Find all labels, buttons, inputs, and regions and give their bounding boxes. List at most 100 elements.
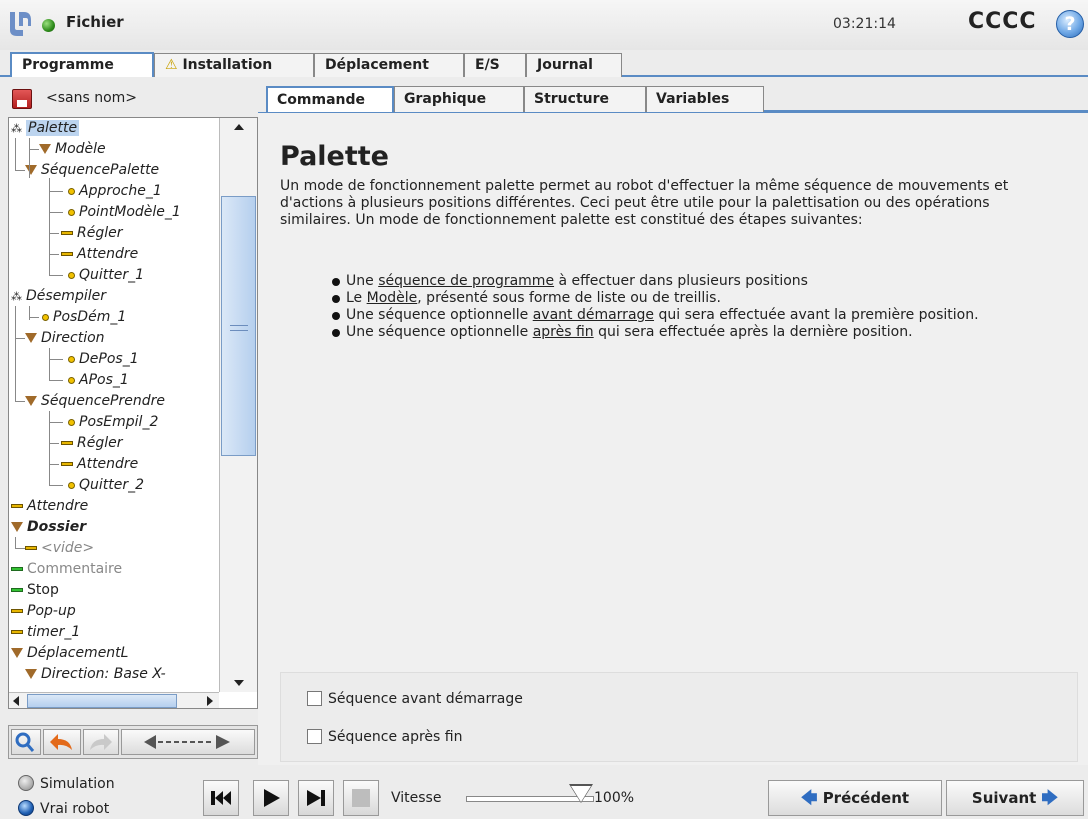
tree-connector xyxy=(15,170,25,171)
tree-node[interactable]: Modèle xyxy=(39,139,106,160)
tree-node[interactable]: Stop xyxy=(11,580,59,601)
tree-node[interactable]: Attendre xyxy=(11,496,88,517)
tree-node[interactable]: Commentaire xyxy=(11,559,122,580)
previous-label: Précédent xyxy=(822,789,910,807)
scroll-left-icon[interactable] xyxy=(13,696,19,706)
tree-node[interactable]: Dossier xyxy=(11,517,86,538)
undo-button[interactable] xyxy=(43,729,81,755)
skip-back-button[interactable] xyxy=(203,780,239,816)
tree-node[interactable]: DePos_1 xyxy=(65,349,139,370)
help-link[interactable]: après fin xyxy=(533,324,594,340)
tree-node[interactable]: <vide> xyxy=(25,538,94,559)
program-tree-panel: <sans nom> ⁂ Palette Modèle SéquencePalette… xyxy=(0,79,258,765)
play-button[interactable] xyxy=(253,780,289,816)
palette-icon: ⁂ xyxy=(11,289,22,303)
scroll-right-icon[interactable] xyxy=(207,696,213,706)
tree-node-label: PointModèle_1 xyxy=(79,204,181,220)
tree-node[interactable]: ⁂ Désempiler xyxy=(11,286,106,307)
tree-node[interactable]: PosEmpil_2 xyxy=(65,412,158,433)
tree-node[interactable]: timer_1 xyxy=(11,622,80,643)
speed-label: Vitesse xyxy=(391,790,442,806)
tab-deplacement[interactable]: Déplacement xyxy=(314,53,464,77)
list-item-text: qui sera effectuée après la dernière pos… xyxy=(593,324,913,340)
tree-connector xyxy=(29,317,39,318)
after-end-checkbox[interactable] xyxy=(307,729,322,744)
search-icon xyxy=(15,732,35,752)
tab-es[interactable]: E/S xyxy=(464,53,526,77)
stop-button[interactable] xyxy=(343,780,379,816)
real-robot-option[interactable]: Vrai robot xyxy=(18,800,109,817)
tree-node[interactable]: Approche_1 xyxy=(65,181,162,202)
scroll-thumb[interactable] xyxy=(27,694,177,708)
tree-connector xyxy=(15,306,16,402)
tree-node[interactable]: Attendre xyxy=(61,454,138,475)
tree-node-label: SéquencePrendre xyxy=(41,393,165,409)
file-menu[interactable]: Fichier xyxy=(66,13,124,31)
before-start-option[interactable]: Séquence avant démarrage xyxy=(307,691,523,707)
tree-node[interactable]: SéquencePrendre xyxy=(25,391,165,412)
tree-node[interactable]: Régler xyxy=(61,223,123,244)
tree-node[interactable]: SéquencePalette xyxy=(25,160,159,181)
program-tree: ⁂ Palette Modèle SéquencePalette Approche_1 P… xyxy=(8,117,258,709)
tree-node-label: Attendre xyxy=(27,498,89,514)
tab-structure[interactable]: Structure xyxy=(524,86,646,112)
waypoint-dot-icon xyxy=(68,376,75,384)
tree-node[interactable]: Quitter_2 xyxy=(65,475,144,496)
tree-node[interactable]: APos_1 xyxy=(65,370,129,391)
tree-node[interactable]: Direction xyxy=(25,328,105,349)
tab-graphique[interactable]: Graphique xyxy=(394,86,524,112)
save-icon[interactable] xyxy=(12,89,32,109)
step-icon xyxy=(307,790,325,806)
tab-journal[interactable]: Journal xyxy=(526,53,622,77)
tab-commande[interactable]: Commande xyxy=(266,86,394,112)
command-panel: Palette Un mode de fonctionnement palett… xyxy=(258,112,1088,765)
tree-connector xyxy=(49,443,59,444)
help-link[interactable]: avant démarrage xyxy=(533,307,654,323)
clock: 03:21:14 xyxy=(833,16,896,32)
tree-node[interactable]: Attendre xyxy=(61,244,138,265)
tree-node[interactable]: Pop-up xyxy=(11,601,76,622)
tree-node[interactable]: Quitter_1 xyxy=(65,265,144,286)
tab-label: Variables xyxy=(656,91,730,107)
tree-connector xyxy=(49,275,63,276)
search-button[interactable] xyxy=(11,729,41,755)
step-button[interactable] xyxy=(298,780,334,816)
redo-button[interactable] xyxy=(83,729,119,755)
tree-node[interactable]: DéplacementL xyxy=(11,643,128,664)
help-link[interactable]: séquence de programme xyxy=(378,273,554,289)
simulation-option[interactable]: Simulation xyxy=(18,775,115,792)
list-item-text: Une xyxy=(346,273,379,289)
option-label: Vrai robot xyxy=(40,801,110,817)
move-node-button[interactable] xyxy=(121,729,255,755)
previous-button[interactable]: 🡄 Précédent xyxy=(768,780,942,816)
tree-node[interactable]: PosDém_1 xyxy=(39,307,126,328)
folder-triangle-icon xyxy=(25,396,37,406)
tree-node[interactable]: ⁂ Palette xyxy=(11,118,80,139)
tree-vertical-scrollbar[interactable] xyxy=(219,118,257,692)
tree-node[interactable]: Régler xyxy=(61,433,123,454)
speed-value: 100% xyxy=(594,790,635,806)
tab-programme[interactable]: Programme xyxy=(10,52,154,77)
footer-bar: Simulation Vrai robot Vitesse 100% 🡄 Pré… xyxy=(0,765,1088,819)
real-robot-radio[interactable] xyxy=(18,800,34,816)
scroll-down-icon[interactable] xyxy=(234,680,244,686)
tab-label: Journal xyxy=(537,57,593,73)
help-link[interactable]: Modèle xyxy=(367,290,418,306)
after-end-option[interactable]: Séquence après fin xyxy=(307,729,462,745)
next-button[interactable]: Suivant 🡆 xyxy=(946,780,1084,816)
move-arrows-icon xyxy=(144,735,230,749)
help-icon[interactable]: ? xyxy=(1056,10,1084,38)
tree-connector xyxy=(49,254,59,255)
before-start-checkbox[interactable] xyxy=(307,691,322,706)
simulation-radio[interactable] xyxy=(18,775,34,791)
skip-back-icon xyxy=(211,791,231,805)
waypoint-dot-icon xyxy=(68,481,75,489)
tab-installation[interactable]: ⚠ Installation xyxy=(154,53,314,77)
tab-variables[interactable]: Variables xyxy=(646,86,764,112)
scroll-up-icon[interactable] xyxy=(234,124,244,130)
tree-node[interactable]: Direction: Base X- xyxy=(25,664,166,685)
scroll-thumb[interactable] xyxy=(221,196,256,456)
tree-horizontal-scrollbar[interactable] xyxy=(9,692,219,708)
tree-node[interactable]: PointModèle_1 xyxy=(65,202,181,223)
page-title: Palette xyxy=(280,141,389,172)
